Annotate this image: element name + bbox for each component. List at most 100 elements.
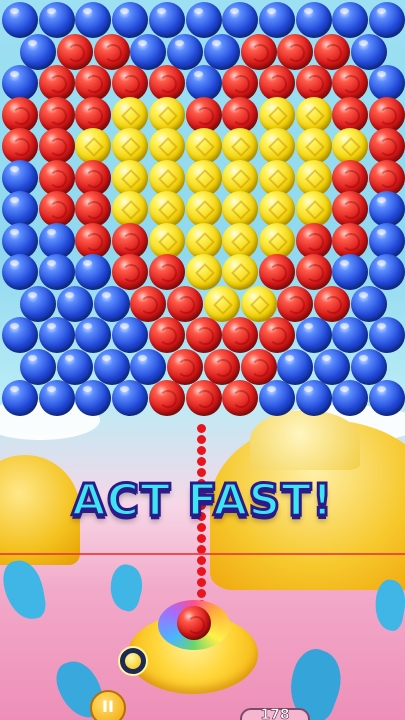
blue-bubble (20, 285, 57, 322)
blue-bubble (258, 2, 295, 38)
aim-dot (197, 446, 206, 455)
blue-bubble (2, 191, 38, 227)
red-bubble (258, 254, 295, 290)
current-bubble (177, 606, 211, 640)
yellow-bubble (222, 128, 259, 164)
yellow-bubble (295, 128, 332, 164)
red-bubble (112, 254, 149, 290)
blue-bubble (295, 317, 332, 353)
red-bubble (148, 317, 185, 353)
blue-bubble (75, 2, 112, 38)
aim-dot (197, 556, 206, 565)
red-bubble (313, 285, 350, 322)
red-bubble (75, 191, 112, 227)
blue-bubble (112, 317, 149, 353)
blue-bubble (112, 380, 149, 416)
red-bubble (332, 65, 369, 101)
blue-bubble (350, 33, 387, 70)
red-bubble (258, 317, 295, 353)
red-bubble (75, 65, 112, 101)
blue-bubble (350, 348, 387, 385)
yellow-bubble (185, 128, 222, 164)
blue-bubble (2, 380, 38, 416)
red-bubble (130, 285, 167, 322)
blue-bubble (222, 2, 259, 38)
blue-bubble (130, 33, 167, 70)
blue-bubble (75, 317, 112, 353)
blue-bubble (2, 254, 38, 290)
aim-dot (197, 567, 206, 576)
red-bubble (203, 348, 240, 385)
blue-bubble (369, 65, 405, 101)
red-bubble (295, 65, 332, 101)
blue-bubble (75, 380, 112, 416)
blue-bubble (167, 33, 204, 70)
shots-remaining-count: 178 (260, 707, 290, 720)
blue-bubble (2, 2, 38, 38)
blue-bubble (313, 348, 350, 385)
blue-bubble (185, 2, 222, 38)
red-bubble (313, 33, 350, 70)
blue-bubble (295, 2, 332, 38)
yellow-bubble (203, 285, 240, 322)
blue-bubble (369, 380, 405, 416)
blue-bubble (277, 348, 314, 385)
yellow-bubble (148, 128, 185, 164)
danger-line (0, 553, 405, 555)
red-bubble (167, 348, 204, 385)
red-bubble (185, 317, 222, 353)
red-bubble (148, 65, 185, 101)
blue-bubble (38, 2, 75, 38)
yellow-bubble (222, 254, 259, 290)
bubble-launcher[interactable] (128, 600, 258, 694)
red-bubble (185, 380, 222, 416)
yellow-bubble (112, 128, 149, 164)
red-bubble (240, 348, 277, 385)
aim-dot (197, 589, 206, 598)
blue-bubble (258, 380, 295, 416)
yellow-bubble (185, 254, 222, 290)
red-bubble (258, 65, 295, 101)
aim-dot (197, 424, 206, 433)
aim-dot (197, 457, 206, 466)
red-bubble (148, 380, 185, 416)
pause-button[interactable]: II (90, 690, 126, 720)
blue-bubble (332, 317, 369, 353)
blue-bubble (369, 2, 405, 38)
blue-bubble (20, 348, 57, 385)
blue-bubble (93, 285, 130, 322)
yellow-bubble (258, 128, 295, 164)
red-bubble (277, 285, 314, 322)
aim-dot (197, 578, 206, 587)
red-bubble (38, 128, 75, 164)
blue-bubble (369, 191, 405, 227)
yellow-bubble (295, 191, 332, 227)
jelly-hill-right-back (250, 410, 360, 470)
aim-dot (197, 534, 206, 543)
blue-bubble (38, 254, 75, 290)
red-bubble (222, 380, 259, 416)
game-stage[interactable]: ACT FAST! II 178 (0, 0, 405, 720)
act-fast-banner: ACT FAST! (70, 474, 334, 528)
yellow-bubble (240, 285, 277, 322)
yellow-bubble (148, 191, 185, 227)
yellow-bubble (75, 128, 112, 164)
next-bubble-swap[interactable] (118, 646, 148, 676)
red-bubble (332, 191, 369, 227)
red-bubble (222, 65, 259, 101)
blue-bubble (112, 2, 149, 38)
yellow-bubble (332, 128, 369, 164)
yellow-bubble (112, 191, 149, 227)
blue-bubble (2, 65, 38, 101)
red-bubble (369, 128, 405, 164)
blue-bubble (2, 317, 38, 353)
blue-bubble (332, 254, 369, 290)
red-bubble (240, 33, 277, 70)
blue-bubble (203, 33, 240, 70)
blue-bubble (75, 254, 112, 290)
blue-bubble (93, 348, 130, 385)
blue-bubble (148, 2, 185, 38)
blue-bubble (57, 348, 94, 385)
red-bubble (112, 65, 149, 101)
red-bubble (148, 254, 185, 290)
